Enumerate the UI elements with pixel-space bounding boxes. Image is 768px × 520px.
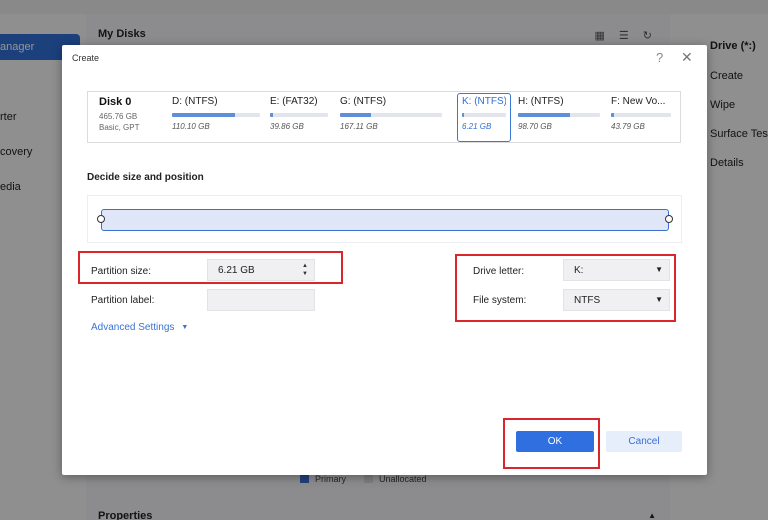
highlight-box-partition-size xyxy=(78,251,343,284)
partition-usage-fill xyxy=(518,113,571,117)
partition-d[interactable]: D: (NTFS) 110.10 GB xyxy=(172,96,260,140)
partition-k-selected[interactable]: K: (NTFS) 6.21 GB xyxy=(457,93,511,142)
disk-size: 465.76 GB xyxy=(99,112,138,121)
partition-size: 6.21 GB xyxy=(462,122,492,131)
cancel-button[interactable]: Cancel xyxy=(606,431,682,452)
disk-map: Disk 0 465.76 GB Basic, GPT D: (NTFS) 11… xyxy=(87,91,681,143)
partition-usage-fill xyxy=(270,113,273,117)
partition-usage-bar xyxy=(172,113,260,117)
partition-label-label: Partition label: xyxy=(91,295,155,306)
partition-usage-bar xyxy=(270,113,328,117)
partition-usage-fill xyxy=(340,113,371,117)
close-icon[interactable]: ✕ xyxy=(681,49,693,66)
partition-g[interactable]: G: (NTFS) 167.11 GB xyxy=(340,96,442,140)
partition-slider-area xyxy=(87,195,682,243)
create-partition-dialog: Create ? ✕ Disk 0 465.76 GB Basic, GPT D… xyxy=(62,45,707,475)
help-icon[interactable]: ? xyxy=(656,50,663,65)
advanced-settings-link[interactable]: Advanced Settings ▼ xyxy=(91,322,188,333)
partition-slider-bar[interactable] xyxy=(101,209,669,231)
partition-label-input[interactable] xyxy=(207,289,315,311)
disk-name: Disk 0 xyxy=(99,96,132,108)
disk-type: Basic, GPT xyxy=(99,123,140,132)
caret-down-icon: ▼ xyxy=(181,324,189,331)
highlight-box-ok xyxy=(503,418,600,469)
partition-f[interactable]: F: New Vo... 43.79 GB xyxy=(611,96,671,140)
slider-right-handle[interactable] xyxy=(665,215,673,223)
slider-left-handle[interactable] xyxy=(97,215,105,223)
partition-name: G: (NTFS) xyxy=(340,96,387,107)
partition-name: H: (NTFS) xyxy=(518,96,564,107)
partition-name: F: New Vo... xyxy=(611,96,666,107)
partition-name: D: (NTFS) xyxy=(172,96,218,107)
partition-e[interactable]: E: (FAT32) 39.86 GB xyxy=(270,96,328,140)
partition-size: 167.11 GB xyxy=(340,122,378,131)
partition-usage-fill xyxy=(462,113,464,117)
partition-usage-fill xyxy=(611,113,614,117)
partition-usage-fill xyxy=(172,113,236,117)
partition-usage-bar xyxy=(611,113,671,117)
highlight-box-drive-options xyxy=(455,254,676,322)
partition-h[interactable]: H: (NTFS) 98.70 GB xyxy=(518,96,600,140)
partition-size: 98.70 GB xyxy=(518,122,552,131)
partition-name: E: (FAT32) xyxy=(270,96,318,107)
partition-name: K: (NTFS) xyxy=(462,96,506,107)
partition-size: 110.10 GB xyxy=(172,122,210,131)
dialog-header: Create ? ✕ xyxy=(62,45,707,73)
size-position-title: Decide size and position xyxy=(87,172,204,183)
partition-size: 39.86 GB xyxy=(270,122,304,131)
dialog-title: Create xyxy=(72,53,100,63)
partition-usage-bar xyxy=(518,113,600,117)
disk-info: Disk 0 465.76 GB Basic, GPT xyxy=(99,96,139,133)
partition-usage-bar xyxy=(340,113,442,117)
partition-size: 43.79 GB xyxy=(611,122,645,131)
advanced-settings-label: Advanced Settings xyxy=(91,322,175,333)
partition-usage-bar xyxy=(462,113,506,117)
